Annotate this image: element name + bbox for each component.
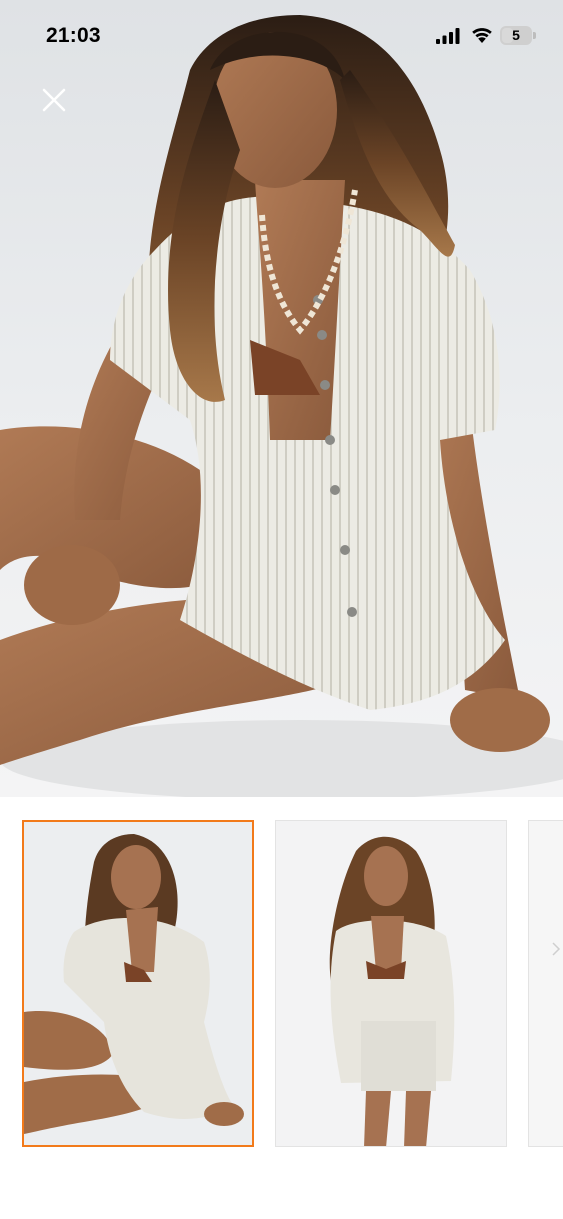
battery-icon: 5 — [500, 26, 536, 45]
battery-level: 5 — [512, 27, 520, 43]
thumbnail-strip — [0, 797, 563, 1219]
close-icon — [42, 88, 66, 112]
thumbnail-1[interactable] — [22, 820, 254, 1147]
status-time: 21:03 — [46, 24, 101, 47]
signal-icon — [436, 28, 460, 44]
close-button[interactable] — [36, 82, 72, 118]
thumbnail-2[interactable] — [275, 820, 507, 1147]
thumbnail-3[interactable] — [528, 820, 563, 1147]
status-bar: 21:03 5 — [0, 0, 563, 70]
product-image-viewer: 21:03 5 — [0, 0, 563, 1219]
wifi-icon — [472, 28, 492, 43]
main-product-image[interactable] — [0, 0, 563, 797]
